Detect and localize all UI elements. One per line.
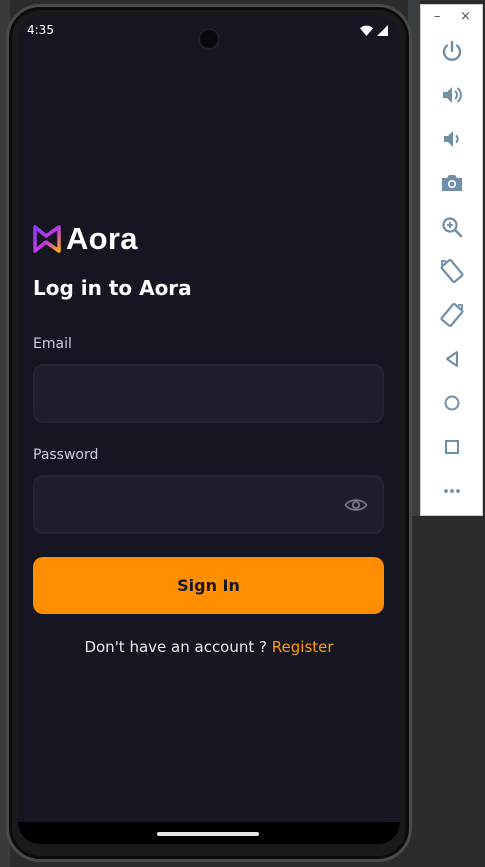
more-icon xyxy=(444,489,460,493)
more-button[interactable] xyxy=(439,478,465,504)
home-icon xyxy=(444,395,460,411)
app-logo: Aora xyxy=(32,221,138,257)
front-camera xyxy=(200,30,218,48)
volume-up-icon xyxy=(443,87,462,103)
power-icon xyxy=(442,40,462,61)
page-title: Log in to Aora xyxy=(33,276,192,300)
email-field[interactable] xyxy=(33,364,384,423)
zoom-button[interactable] xyxy=(439,214,465,240)
close-button[interactable]: × xyxy=(460,9,471,24)
emulator-toolbar: – × xyxy=(420,4,483,516)
navigation-bar xyxy=(18,822,400,844)
logo-text: Aora xyxy=(66,221,138,256)
show-password-icon[interactable] xyxy=(344,496,368,514)
password-field[interactable] xyxy=(33,475,384,534)
volume-up-button[interactable] xyxy=(439,82,465,108)
volume-down-icon xyxy=(444,131,459,147)
sign-in-button[interactable]: Sign In xyxy=(33,557,384,614)
rotate-left-button[interactable] xyxy=(439,258,465,284)
email-label: Email xyxy=(33,336,72,352)
ide-background-lower xyxy=(408,516,485,867)
rotate-right-button[interactable] xyxy=(439,302,465,328)
play-logo-icon xyxy=(33,225,61,253)
status-icons xyxy=(360,25,388,36)
emulator-window-controls: – × xyxy=(421,5,482,31)
register-link[interactable]: Register xyxy=(272,638,334,656)
password-label: Password xyxy=(33,447,99,463)
status-time: 4:35 xyxy=(27,23,54,37)
zoom-icon xyxy=(442,217,463,238)
home-button[interactable] xyxy=(439,390,465,416)
back-icon xyxy=(446,351,458,367)
signal-icon xyxy=(377,25,388,36)
rotate-right-icon xyxy=(440,302,464,328)
overview-icon xyxy=(445,440,459,454)
rotate-left-icon xyxy=(440,258,464,284)
status-bar: 4:35 xyxy=(18,16,400,48)
register-prompt-text: Don't have an account ? xyxy=(84,638,267,656)
home-gesture-handle[interactable] xyxy=(157,832,259,836)
phone-screen: 4:35 Aora Log in to Aora Email Password … xyxy=(18,16,400,844)
volume-down-button[interactable] xyxy=(439,126,465,152)
screenshot-button[interactable] xyxy=(439,170,465,196)
power-button[interactable] xyxy=(439,38,465,64)
minimize-button[interactable]: – xyxy=(434,9,441,24)
wifi-icon xyxy=(360,25,373,36)
overview-button[interactable] xyxy=(439,434,465,460)
camera-icon xyxy=(442,175,462,191)
register-prompt: Don't have an account ? Register xyxy=(18,638,400,656)
back-button[interactable] xyxy=(439,346,465,372)
